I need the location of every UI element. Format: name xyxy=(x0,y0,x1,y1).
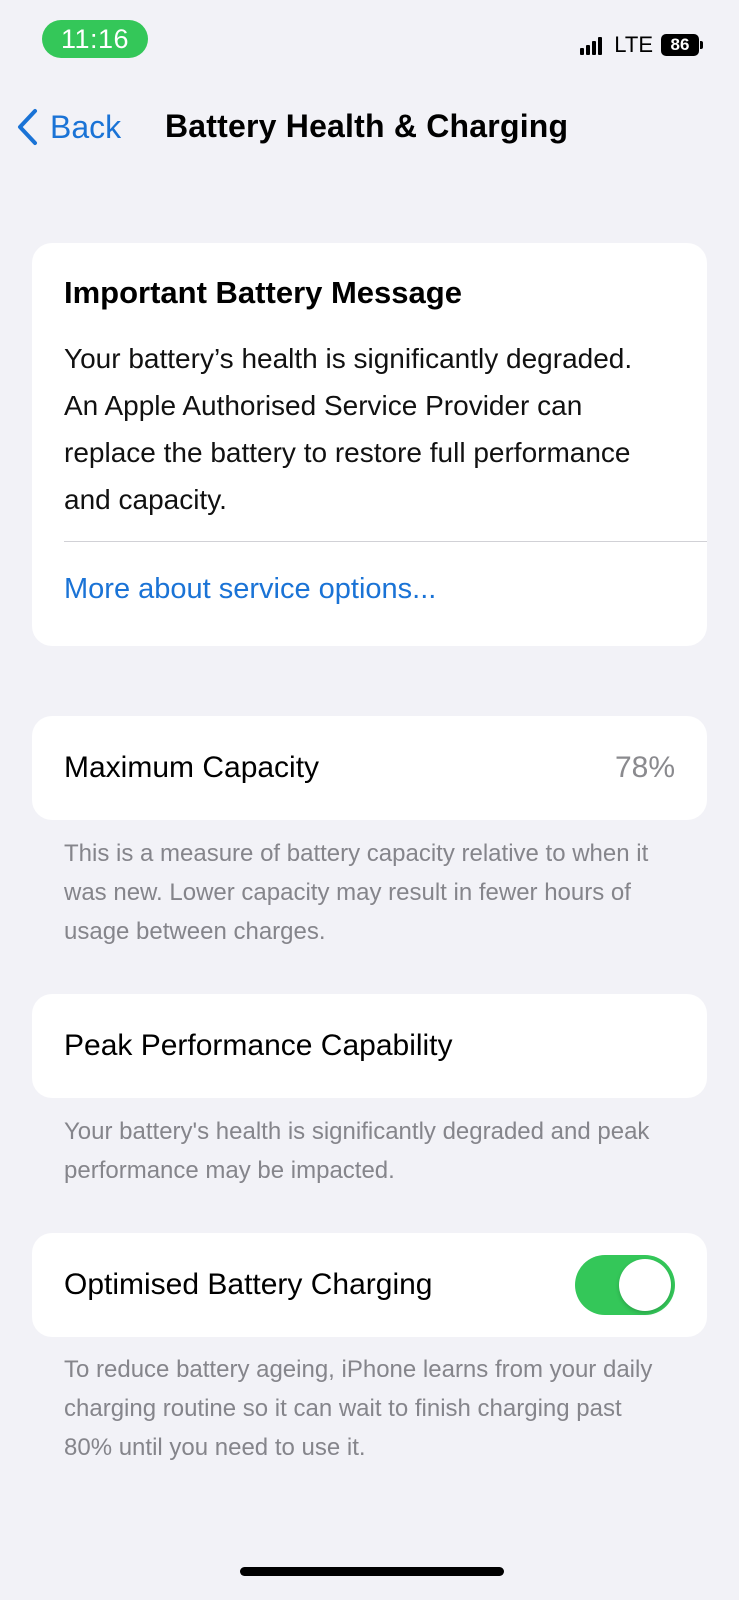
maximum-capacity-row: Maximum Capacity 78% xyxy=(32,716,707,820)
navigation-bar: Back Battery Health & Charging xyxy=(0,100,739,160)
status-bar: 11:16 LTE 86 xyxy=(0,0,739,80)
battery-level: 86 xyxy=(670,35,690,54)
page-title: Battery Health & Charging xyxy=(165,108,569,144)
optimised-charging-row: Optimised Battery Charging xyxy=(32,1233,707,1337)
divider xyxy=(64,541,707,542)
peak-performance-label: Peak Performance Capability xyxy=(64,1029,453,1062)
maximum-capacity-label: Maximum Capacity xyxy=(64,751,320,784)
message-title: Important Battery Message xyxy=(64,275,462,310)
network-type-label: LTE xyxy=(614,32,653,57)
toggle-knob xyxy=(619,1259,671,1311)
cellular-signal-icon xyxy=(580,35,604,55)
optimised-charging-footnote: To reduce battery ageing, iPhone learns … xyxy=(64,1356,653,1461)
service-options-link[interactable]: More about service options... xyxy=(64,573,436,606)
message-body: Your battery’s health is significantly d… xyxy=(64,343,633,515)
status-indicators: LTE 86 xyxy=(580,30,703,60)
back-label: Back xyxy=(50,108,122,145)
battery-message-card: Important Battery Message Your battery’s… xyxy=(32,243,707,646)
chevron-left-icon xyxy=(18,109,37,145)
battery-icon: 86 xyxy=(661,34,703,56)
peak-performance-footnote: Your battery's health is significantly d… xyxy=(64,1118,650,1184)
optimised-charging-label: Optimised Battery Charging xyxy=(64,1268,433,1301)
optimised-charging-toggle[interactable] xyxy=(575,1255,675,1315)
maximum-capacity-footnote: This is a measure of battery capacity re… xyxy=(64,840,649,945)
back-button[interactable]: Back xyxy=(16,108,121,146)
maximum-capacity-value: 78% xyxy=(614,751,675,784)
status-time[interactable]: 11:16 xyxy=(42,20,148,58)
home-indicator[interactable] xyxy=(240,1567,504,1576)
peak-performance-row: Peak Performance Capability xyxy=(32,994,707,1098)
